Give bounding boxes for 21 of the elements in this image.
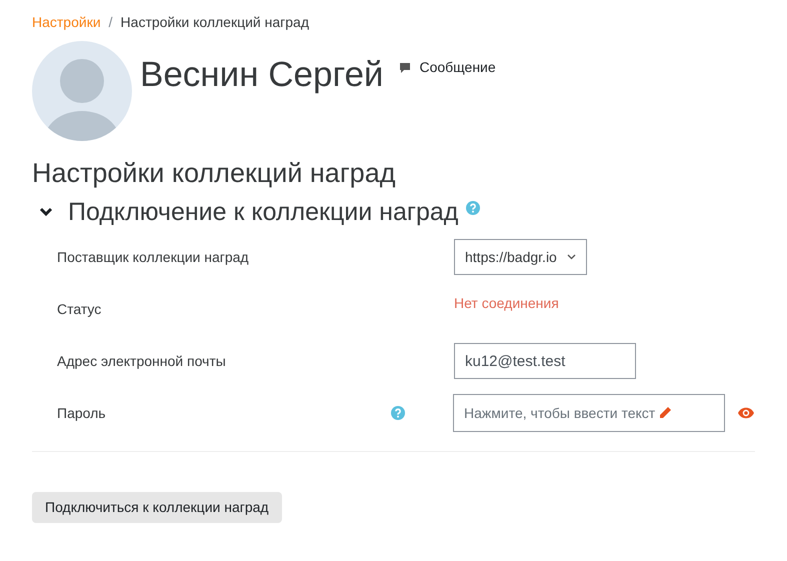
section-title: Подключение к коллекции наград	[68, 197, 458, 228]
breadcrumb-separator: /	[108, 13, 113, 32]
eye-icon[interactable]	[737, 407, 755, 420]
field-label: Поставщик коллекции наград	[56, 248, 250, 267]
status-text: Нет соединения	[454, 294, 559, 313]
breadcrumb-current: Настройки коллекций наград	[120, 13, 310, 32]
caret-icon	[566, 254, 576, 260]
pencil-icon	[658, 406, 672, 420]
field-label: Адрес электронной почты	[56, 352, 227, 371]
help-icon[interactable]	[466, 201, 480, 216]
help-icon[interactable]	[391, 406, 406, 420]
password-field[interactable]: Нажмите, чтобы ввести текст	[453, 394, 725, 432]
chat-icon	[399, 62, 412, 74]
user-name: Веснин Сергей	[140, 57, 384, 92]
field-label: Пароль	[56, 404, 107, 423]
field-label: Статус	[56, 300, 102, 319]
message-link[interactable]: Сообщение	[399, 57, 496, 78]
page-title: Настройки коллекций наград	[32, 157, 396, 190]
connect-button[interactable]: Подключиться к коллекции наград	[32, 492, 282, 524]
provider-select[interactable]: https://badgr.io	[454, 239, 587, 276]
email-field[interactable]: ku12@test.test	[454, 343, 636, 380]
